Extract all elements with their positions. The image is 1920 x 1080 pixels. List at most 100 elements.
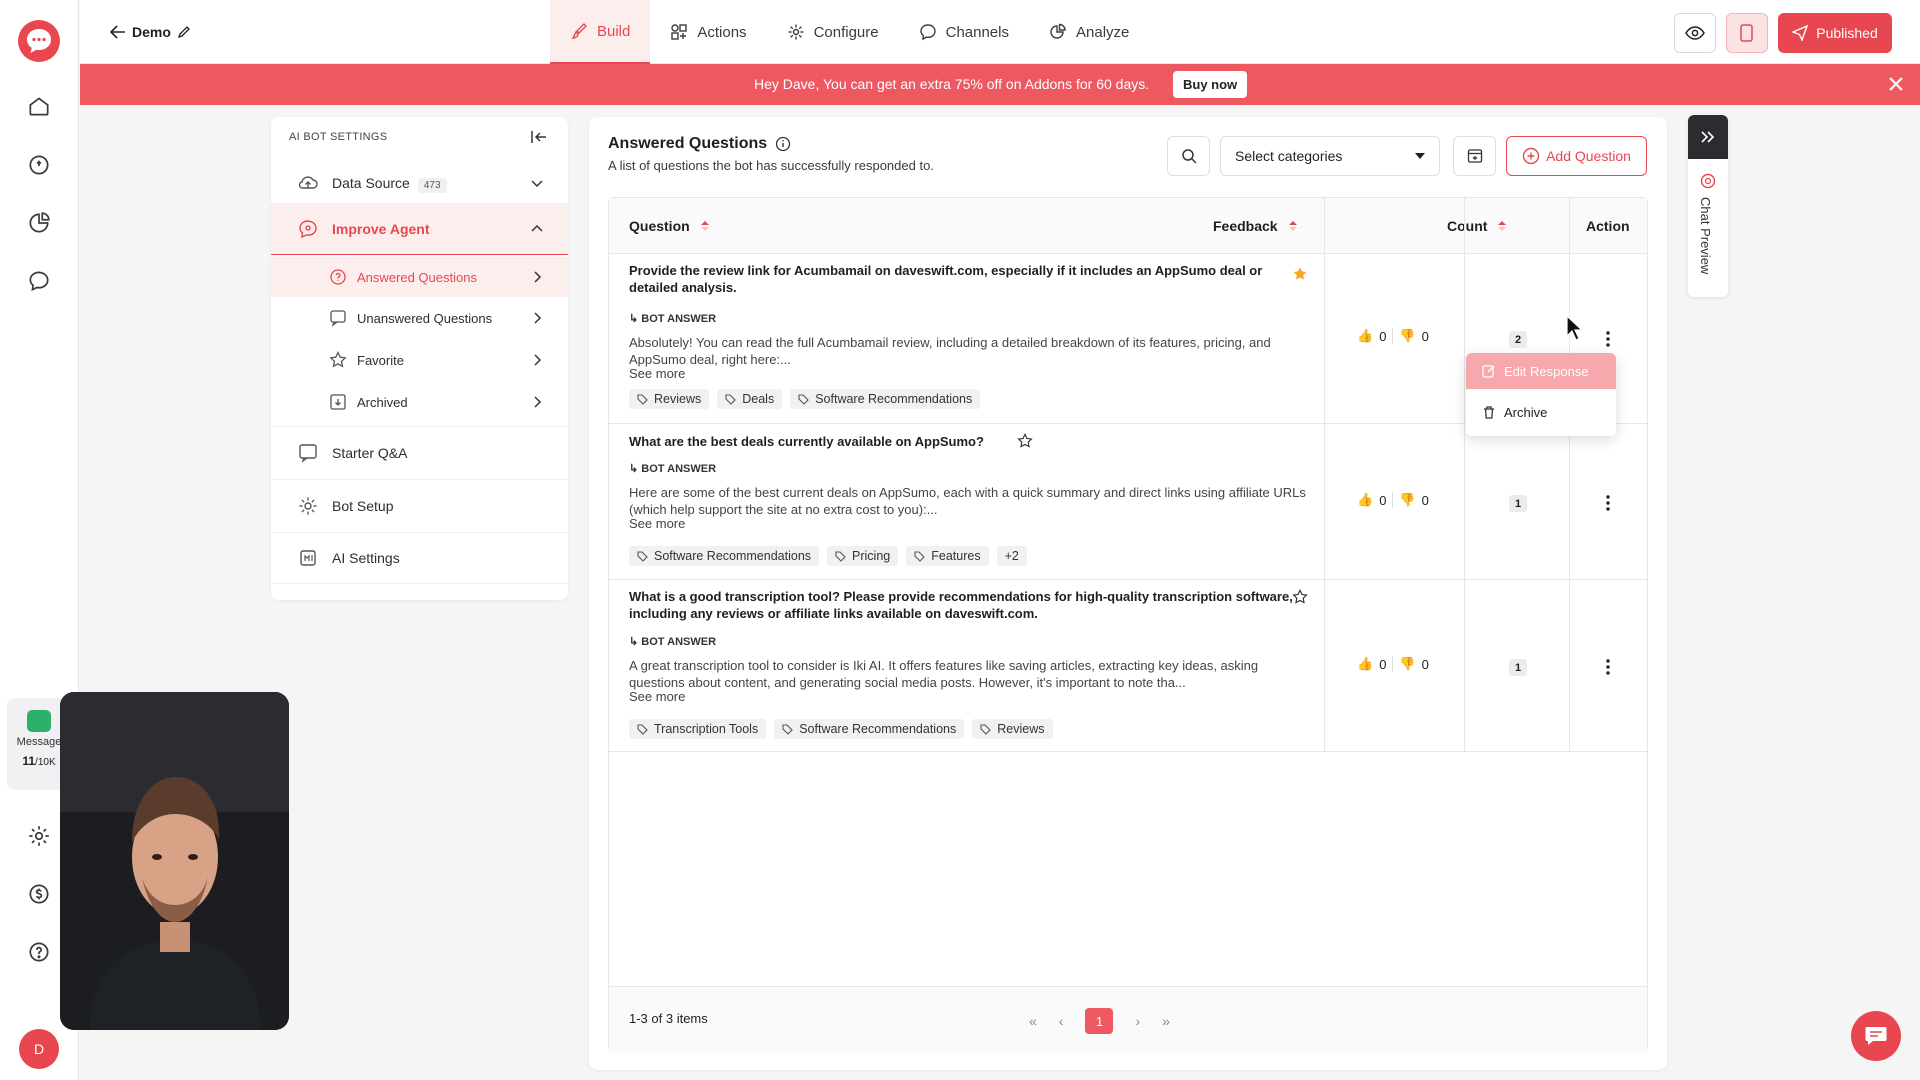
last-page-icon[interactable]: » xyxy=(1162,1013,1170,1029)
tag-icon xyxy=(782,723,793,735)
ai-bot-settings-panel: AI BOT SETTINGS Data Source 473 Improve A… xyxy=(271,117,568,600)
column-count[interactable]: Count xyxy=(1447,198,1507,254)
bot-answer-label: ↳ BOT ANSWER xyxy=(629,636,717,648)
send-icon xyxy=(1792,25,1809,41)
prev-page-icon[interactable]: ‹ xyxy=(1059,1013,1064,1029)
webcam-video-overlay xyxy=(60,692,289,1030)
sort-icon[interactable] xyxy=(700,220,710,232)
preview-eye-button[interactable] xyxy=(1674,13,1716,53)
thumbs-up-icon[interactable]: 👍 xyxy=(1357,656,1373,672)
tab-build[interactable]: Build xyxy=(550,0,651,64)
star-filled-icon[interactable] xyxy=(1292,266,1308,282)
archive-menu-item[interactable]: Archive xyxy=(1466,394,1616,430)
home-icon[interactable] xyxy=(26,93,52,119)
table-footer: 1-3 of 3 items « ‹ 1 › » xyxy=(609,986,1647,1052)
chevron-right-icon xyxy=(534,271,542,283)
tag: Software Recommendations xyxy=(774,719,965,739)
sidebar-item-answered-questions[interactable]: Answered Questions xyxy=(271,257,568,297)
column-question[interactable]: Question xyxy=(629,198,710,254)
pencil-icon[interactable] xyxy=(177,25,191,39)
page-title: Answered Questions xyxy=(608,135,791,153)
thumbs-up-icon[interactable]: 👍 xyxy=(1357,328,1373,344)
user-avatar[interactable]: D xyxy=(19,1029,59,1069)
star-outline-icon[interactable] xyxy=(1292,589,1308,605)
improve-agent-item[interactable]: Improve Agent xyxy=(271,203,568,255)
banner-text: Hey Dave, You can get an extra 75% off o… xyxy=(754,76,1150,92)
pagination: « ‹ 1 › » xyxy=(1029,1008,1170,1034)
see-more-link[interactable]: See more xyxy=(629,689,685,704)
edit-response-menu-item[interactable]: Edit Response xyxy=(1466,353,1616,389)
tag: Software Recommendations xyxy=(790,389,981,409)
tab-configure[interactable]: Configure xyxy=(767,0,899,64)
sidebar-item-ai-settings[interactable]: AI Settings xyxy=(271,532,568,584)
next-page-icon[interactable]: › xyxy=(1135,1013,1140,1029)
first-page-icon[interactable]: « xyxy=(1029,1013,1037,1029)
dislikes-count: 0 xyxy=(1421,328,1429,344)
buy-now-button[interactable]: Buy now xyxy=(1173,71,1248,98)
column-feedback[interactable]: Feedback xyxy=(1213,198,1298,254)
support-chat-button[interactable] xyxy=(1851,1011,1901,1061)
tag-icon xyxy=(914,550,926,562)
settings-gear-icon[interactable] xyxy=(26,823,52,849)
unanswered-questions-label: Unanswered Questions xyxy=(357,310,493,326)
archive-filter-button[interactable] xyxy=(1453,136,1496,176)
archived-label: Archived xyxy=(357,394,408,410)
info-icon[interactable] xyxy=(775,136,791,152)
sidebar-item-unanswered-questions[interactable]: Unanswered Questions xyxy=(271,298,568,338)
sidebar-item-bot-setup[interactable]: Bot Setup xyxy=(271,479,568,531)
expand-chevrons-icon[interactable] xyxy=(1688,115,1728,159)
dislikes-count: 0 xyxy=(1421,656,1429,672)
tag: Transcription Tools xyxy=(629,719,767,739)
eye-icon xyxy=(1685,26,1705,40)
message-icon xyxy=(27,710,51,732)
star-outline-icon xyxy=(329,351,347,368)
data-source-item[interactable]: Data Source 473 xyxy=(271,161,568,205)
ai-settings-label: AI Settings xyxy=(332,550,400,566)
thumbs-up-icon[interactable]: 👍 xyxy=(1357,492,1373,508)
bot-icon[interactable] xyxy=(26,152,52,178)
tag-more[interactable]: +2 xyxy=(996,546,1027,566)
data-source-count: 473 xyxy=(417,178,447,193)
qa-icon xyxy=(299,443,317,463)
device-preview-button[interactable] xyxy=(1726,13,1768,53)
collapse-panel-icon[interactable] xyxy=(530,129,548,145)
sort-icon[interactable] xyxy=(1288,220,1298,232)
thumbs-down-icon[interactable]: 👎 xyxy=(1399,328,1415,344)
app-logo-icon[interactable] xyxy=(18,20,60,62)
thumbs-down-icon[interactable]: 👎 xyxy=(1399,656,1415,672)
mouse-cursor-icon xyxy=(1566,315,1584,341)
billing-icon[interactable] xyxy=(26,881,52,907)
see-more-link[interactable]: See more xyxy=(629,516,685,531)
search-button[interactable] xyxy=(1167,136,1210,176)
analytics-icon[interactable] xyxy=(26,210,52,236)
sidebar-item-starter-qa[interactable]: Starter Q&A xyxy=(271,426,568,478)
close-icon[interactable] xyxy=(1887,75,1905,93)
kebab-menu-icon[interactable] xyxy=(1605,658,1611,676)
category-select[interactable]: Select categories xyxy=(1220,136,1440,176)
page-number[interactable]: 1 xyxy=(1085,1008,1114,1034)
sidebar-item-archived[interactable]: Archived xyxy=(271,382,568,422)
actions-icon xyxy=(671,24,688,40)
tab-channels[interactable]: Channels xyxy=(899,0,1029,64)
star-outline-icon[interactable] xyxy=(1017,433,1033,449)
add-question-button[interactable]: Add Question xyxy=(1506,136,1647,176)
bot-name: Demo xyxy=(132,24,171,40)
tag-icon xyxy=(980,723,992,735)
table-row[interactable]: What is a good transcription tool? Pleas… xyxy=(609,580,1647,752)
see-more-link[interactable]: See more xyxy=(629,366,685,381)
table-row[interactable]: What are the best deals currently availa… xyxy=(609,425,1647,580)
sort-icon[interactable] xyxy=(1497,220,1507,232)
page-title-text: Answered Questions xyxy=(608,135,768,152)
tab-analyze[interactable]: Analyze xyxy=(1029,0,1149,64)
thumbs-down-icon[interactable]: 👎 xyxy=(1399,492,1415,508)
sidebar-item-favorite[interactable]: Favorite xyxy=(271,340,568,380)
arrow-left-icon xyxy=(110,25,125,39)
help-icon[interactable] xyxy=(26,939,52,965)
tab-actions[interactable]: Actions xyxy=(650,0,766,64)
kebab-menu-icon[interactable] xyxy=(1605,330,1611,348)
back-button[interactable]: Demo xyxy=(110,22,191,42)
chat-preview-tab[interactable]: Chat Preview xyxy=(1688,115,1728,297)
chat-icon[interactable] xyxy=(26,268,52,294)
published-button[interactable]: Published xyxy=(1778,13,1892,53)
kebab-menu-icon[interactable] xyxy=(1605,494,1611,512)
